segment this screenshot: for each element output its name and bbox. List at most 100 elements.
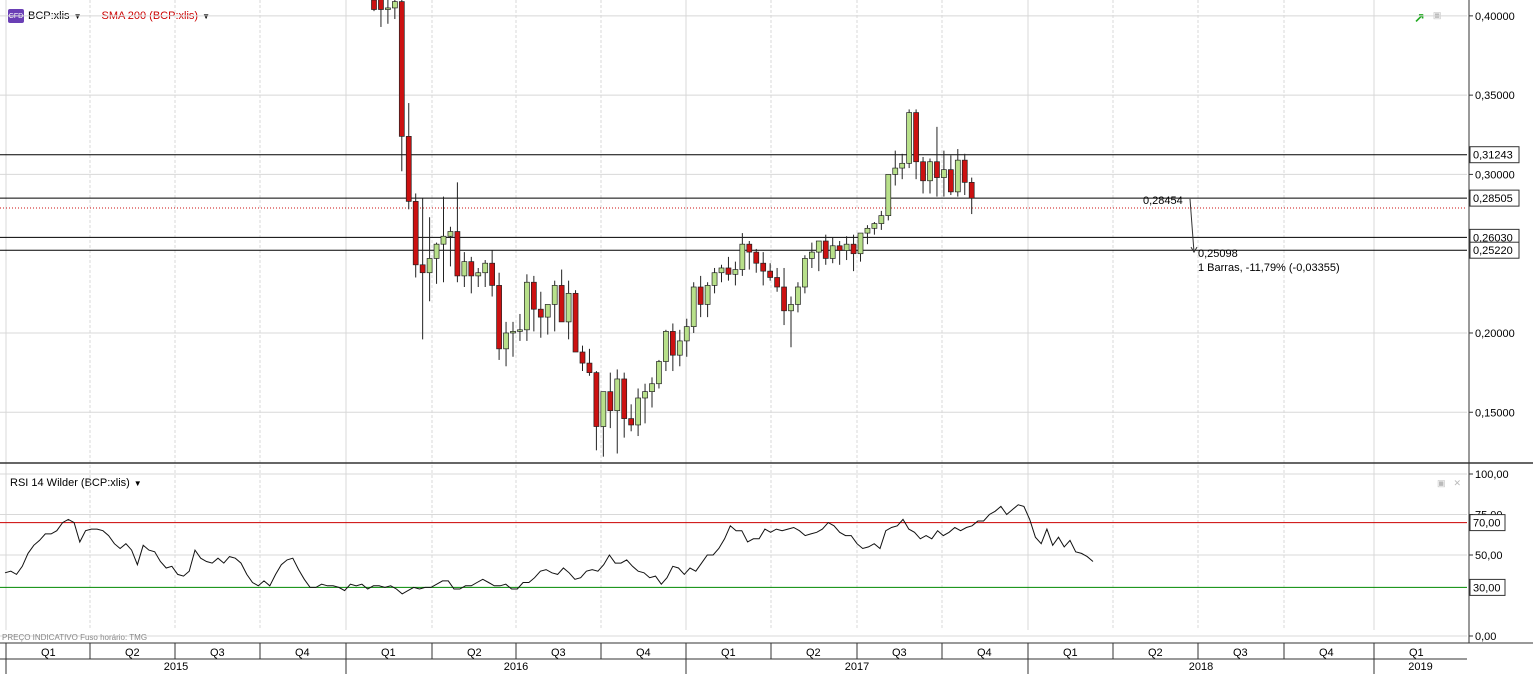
footer-note: PREÇO INDICATIVO Fuso horário: TMG: [2, 633, 147, 642]
candle-body: [746, 243, 753, 253]
price-level-label: 0,25220: [1473, 245, 1513, 257]
candle-body: [871, 223, 878, 229]
quarter-label: Q1: [381, 647, 396, 659]
rsi-tick-label: 100,00: [1475, 469, 1509, 481]
year-label: 2019: [1408, 661, 1432, 673]
candle-body: [795, 286, 801, 305]
candle-body: [440, 235, 447, 245]
measure-end-label: 0,25098: [1198, 248, 1238, 260]
candles: [371, 0, 975, 457]
candle-body: [482, 262, 489, 274]
rsi-level-label: 30,00: [1473, 582, 1501, 594]
candle-body: [788, 304, 794, 312]
candle-body: [815, 240, 822, 253]
candle-body: [676, 340, 683, 356]
price-level-label: 0,31243: [1473, 150, 1513, 162]
rsi-plot: PREÇO INDICATIVO Fuso horário: TMG: [0, 504, 1467, 642]
quarter-label: Q2: [125, 647, 140, 659]
candle-body: [961, 159, 968, 183]
year-label: 2016: [504, 661, 528, 673]
candle-body: [412, 201, 419, 266]
measure-summary: 1 Barras, -11,79% (-0,03355): [1198, 262, 1340, 274]
quarter-label: Q2: [467, 647, 482, 659]
candle-body: [704, 285, 711, 305]
candle-body: [378, 0, 384, 10]
quarter-label: Q3: [210, 647, 225, 659]
candle-body: [649, 383, 655, 392]
candle-body: [850, 243, 857, 255]
rsi-level-label: 70,00: [1473, 518, 1501, 530]
chart-canvas[interactable]: PREÇO INDICATIVO Fuso horário: TMG 0,284…: [0, 0, 1533, 674]
candle-body: [753, 251, 760, 264]
candle-body: [454, 231, 461, 277]
candle-body: [857, 232, 864, 255]
quarter-label: Q1: [41, 647, 56, 659]
candle-body: [669, 331, 676, 356]
quarter-label: Q2: [806, 647, 821, 659]
candle-body: [732, 269, 739, 275]
candle-body: [447, 231, 454, 237]
candle-body: [607, 391, 614, 412]
quarter-label: Q4: [1319, 647, 1334, 659]
year-label: 2017: [845, 661, 869, 673]
candle-body: [642, 391, 648, 399]
candle-body: [941, 169, 947, 178]
candle-body: [628, 418, 635, 426]
candle-body: [565, 292, 572, 323]
candle-body: [398, 1, 405, 137]
candle-body: [802, 258, 808, 288]
quarter-label: Q1: [1409, 647, 1424, 659]
price-tick-label: 0,15000: [1475, 407, 1515, 419]
candle-body: [614, 378, 621, 412]
price-tick-label: 0,35000: [1475, 90, 1515, 102]
candle-body: [405, 136, 412, 202]
measure-tool[interactable]: 0,28454 0,25098 1 Barras, -11,79% (-0,0335…: [1143, 195, 1340, 274]
year-label: 2018: [1189, 661, 1213, 673]
candle-body: [371, 0, 377, 10]
price-tick-label: 0,30000: [1475, 169, 1515, 181]
quarter-label: Q3: [892, 647, 907, 659]
candle-body: [739, 243, 746, 270]
candle-body: [524, 281, 530, 331]
candle-body: [558, 285, 565, 323]
measure-arrow-line: [1189, 198, 1195, 253]
candle-body: [419, 264, 426, 274]
candle-body: [475, 272, 482, 277]
measure-start-label: 0,28454: [1143, 195, 1183, 207]
horizontal-levels: [0, 154, 1467, 251]
candle-body: [899, 162, 906, 169]
candle-body: [774, 277, 780, 288]
quarter-label: Q2: [1148, 647, 1163, 659]
candle-body: [579, 351, 586, 364]
candle-body: [725, 267, 732, 275]
candle-body: [718, 267, 725, 274]
candle-body: [537, 308, 544, 318]
candle-body: [586, 362, 593, 373]
year-label: 2015: [164, 661, 188, 673]
quarter-label: Q1: [721, 647, 736, 659]
candle-body: [947, 169, 954, 193]
rsi-tick-label: 0,00: [1475, 631, 1496, 643]
candle-body: [468, 261, 475, 277]
rsi-tick-label: 50,00: [1475, 550, 1503, 562]
candle-body: [690, 286, 697, 327]
candle-body: [503, 332, 509, 350]
candle-body: [767, 270, 774, 278]
quarter-label: Q4: [295, 647, 310, 659]
candle-body: [544, 304, 551, 318]
candle-body: [593, 372, 600, 427]
candle-body: [510, 331, 516, 334]
candle-body: [934, 161, 940, 178]
candle-body: [711, 272, 718, 286]
candle-body: [864, 227, 871, 234]
price-tick-label: 0,40000: [1475, 11, 1515, 23]
rsi-line: [4, 504, 1094, 595]
candle-body: [892, 167, 899, 175]
candle-body: [760, 262, 767, 272]
candle-body: [663, 331, 669, 362]
quarter-label: Q4: [636, 647, 651, 659]
candle-body: [551, 285, 558, 305]
quarter-label: Q4: [977, 647, 992, 659]
quarter-label: Q1: [1063, 647, 1078, 659]
candle-body: [461, 261, 468, 277]
